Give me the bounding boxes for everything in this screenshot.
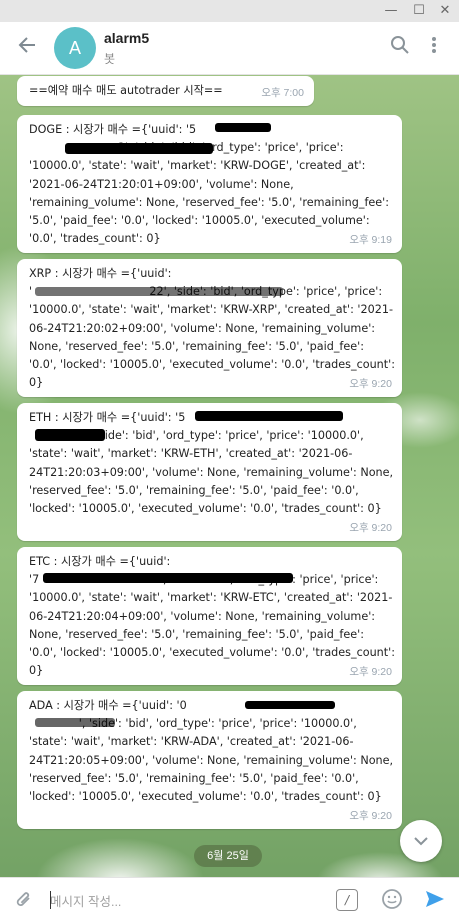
message-bubble[interactable]: DOGE : 시장가 매수 ={'uuid': '5 2', 'side': '… [17,115,402,253]
redaction-mark [65,143,213,154]
redaction-mark [43,573,293,583]
message-bubble[interactable]: ADA : 시장가 매수 ={'uuid': '0 ', 'side': 'bi… [17,691,402,829]
message-text: ADA : 시장가 매수 ={'uuid': '0 ', 'side': 'bi… [29,699,394,804]
search-icon[interactable] [388,35,412,59]
message-bubble[interactable]: XRP : 시장가 매수 ={'uuid': ' 22', 'side': 'b… [17,259,402,397]
message-bubble[interactable]: ETH : 시장가 매수 ={'uuid': '5 a', 'side': 'b… [17,403,402,541]
message-time: 오후 9:20 [349,666,392,678]
minimize-button[interactable]: — [382,2,400,20]
more-vertical-icon[interactable] [422,35,446,59]
message-composer: / [0,877,459,923]
redaction-mark [215,123,271,132]
message-text: ==예약 매수 매도 autotrader 시작== [29,84,223,97]
message-time: 오후 7:00 [261,87,304,99]
chat-title[interactable]: alarm5 [104,30,149,46]
message-time: 오후 9:20 [349,378,392,390]
message-time: 오후 9:20 [349,810,392,822]
message-text: ETH : 시장가 매수 ={'uuid': '5 a', 'side': 'b… [29,411,394,516]
chevron-down-icon [412,834,430,855]
message-time: 오후 9:19 [349,234,392,246]
redaction-mark [35,718,115,727]
message-bubble[interactable]: ==예약 매수 매도 autotrader 시작== 오후 7:00 [17,76,314,106]
redaction-mark [195,411,343,421]
redaction-mark [245,701,335,709]
telegram-window: — ☐ ✕ A alarm5 봇 ==예약 매수 매도 autotrader 시… [0,0,459,923]
chat-header: A alarm5 봇 [0,22,459,75]
message-text: DOGE : 시장가 매수 ={'uuid': '5 2', 'side': '… [29,123,389,246]
date-divider: 6월 25일 [194,845,262,867]
paperclip-icon[interactable] [12,889,36,913]
chat-subtitle: 봇 [104,52,116,66]
message-bubble[interactable]: ETC : 시장가 매수 ={'uuid': '7 e', 'side': 'b… [17,547,402,685]
message-input[interactable] [48,888,322,916]
scroll-down-button[interactable] [400,820,442,862]
send-icon[interactable] [423,888,447,912]
redaction-mark [35,287,283,296]
slash-command-icon[interactable]: / [336,889,358,911]
close-button[interactable]: ✕ [436,2,454,20]
window-titlebar: — ☐ ✕ [0,0,459,22]
message-time: 오후 9:20 [349,522,392,534]
back-arrow-icon[interactable] [14,34,40,60]
redaction-mark [35,429,105,441]
message-text: XRP : 시장가 매수 ={'uuid': ' 22', 'side': 'b… [29,267,395,390]
maximize-button[interactable]: ☐ [410,2,428,20]
emoji-icon[interactable] [380,888,404,912]
avatar[interactable]: A [54,27,96,69]
